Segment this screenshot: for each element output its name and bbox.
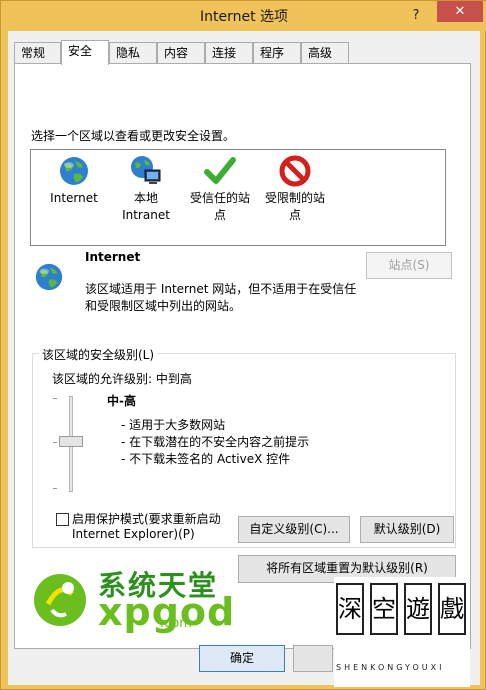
- level-bullet: - 适用于大多数网站: [121, 418, 226, 432]
- zone-restricted-sites[interactable]: 受限制的站 点: [260, 154, 330, 224]
- default-level-button[interactable]: 默认级别(D): [360, 516, 454, 543]
- security-level-group-label: 该区域的安全级别(L): [39, 346, 158, 363]
- zone-list: Internet 本地 Intranet 受信任的站 点 受限制的站 点: [30, 149, 446, 246]
- zone-local-intranet[interactable]: 本地 Intranet: [111, 154, 181, 224]
- slider-tick: [53, 442, 57, 443]
- custom-level-button[interactable]: 自定义级别(C)...: [238, 516, 350, 543]
- allowed-levels-text: 该区域的允许级别: 中到高: [52, 372, 192, 386]
- computer-globe-icon: [131, 156, 161, 184]
- zone-label-line2: 点: [288, 208, 301, 222]
- tab-privacy[interactable]: 隐私: [109, 42, 157, 64]
- security-level-slider-thumb[interactable]: [59, 436, 83, 447]
- tab-connections[interactable]: 连接: [205, 42, 253, 64]
- zone-label-line1: 受信任的站: [189, 191, 250, 205]
- tab-general[interactable]: 常规: [14, 42, 61, 64]
- selected-zone-name: Internet: [85, 250, 141, 264]
- protected-mode-checkbox[interactable]: [56, 513, 69, 526]
- forbidden-icon: [279, 155, 311, 187]
- zone-label-line2: Intranet: [122, 208, 170, 222]
- zone-label-line1: Internet: [50, 191, 98, 205]
- watermark-caption: SHENKONGYOUXI: [336, 663, 445, 672]
- shenkongyouxi-watermark: 深 空 遊 戲 SHENKONGYOUXI: [334, 577, 470, 687]
- tab-advanced[interactable]: 高级: [301, 42, 349, 64]
- level-bullet: - 不下载未签名的 ActiveX 控件: [121, 452, 291, 466]
- sites-button[interactable]: 站点(S): [366, 252, 452, 279]
- checkmark-icon: [204, 157, 236, 184]
- security-level-name: 中-高: [107, 394, 136, 408]
- watermark-glyph: 戲: [438, 583, 466, 635]
- slider-tick: [53, 488, 57, 489]
- selected-zone-desc-line1: 该区域适用于 Internet 网站，但不适用于在受信任: [85, 282, 357, 296]
- tab-programs[interactable]: 程序: [253, 42, 301, 64]
- xpgod-watermark-logo: 系统天堂 xpgod .com: [30, 564, 300, 647]
- tab-security[interactable]: 安全: [61, 40, 109, 65]
- zone-label-line1: 本地: [133, 191, 158, 205]
- watermark-glyph: 空: [370, 583, 398, 635]
- slider-tick: [53, 398, 57, 399]
- security-tab-panel: 选择一个区域以查看或更改安全设置。 Internet 本地 Intranet 受…: [14, 63, 471, 649]
- protected-mode-label-line1: 启用保护模式(要求重新启动: [72, 512, 221, 526]
- zone-trusted-sites[interactable]: 受信任的站 点: [185, 154, 255, 224]
- protected-mode-label-line2: Internet Explorer)(P): [72, 527, 195, 541]
- zone-internet[interactable]: Internet: [39, 154, 109, 207]
- selected-zone-globe-icon: [35, 263, 63, 291]
- ok-button[interactable]: 确定: [199, 645, 285, 672]
- help-button[interactable]: ?: [405, 7, 427, 25]
- watermark-text-com: .com: [160, 616, 192, 631]
- watermark-glyph: 深: [336, 583, 364, 635]
- zone-label-line2: 点: [213, 208, 226, 222]
- title-bar[interactable]: Internet 选项 ? ✕: [1, 1, 486, 31]
- internet-options-window: Internet 选项 ? ✕ 常规 安全 隐私 内容 连接 程序 高级 选择一…: [0, 0, 486, 690]
- close-button[interactable]: ✕: [437, 1, 483, 22]
- zone-label-line1: 受限制的站: [264, 191, 325, 205]
- level-bullet: - 在下载潜在的不安全内容之前提示: [121, 435, 310, 449]
- globe-icon: [60, 157, 88, 185]
- selected-zone-desc-line2: 和受限制区域中列出的网站。: [85, 299, 242, 313]
- watermark-glyph: 遊: [404, 583, 432, 635]
- cancel-button[interactable]: [293, 645, 333, 672]
- tab-content[interactable]: 内容: [157, 42, 205, 64]
- select-zone-prompt: 选择一个区域以查看或更改安全设置。: [31, 129, 236, 143]
